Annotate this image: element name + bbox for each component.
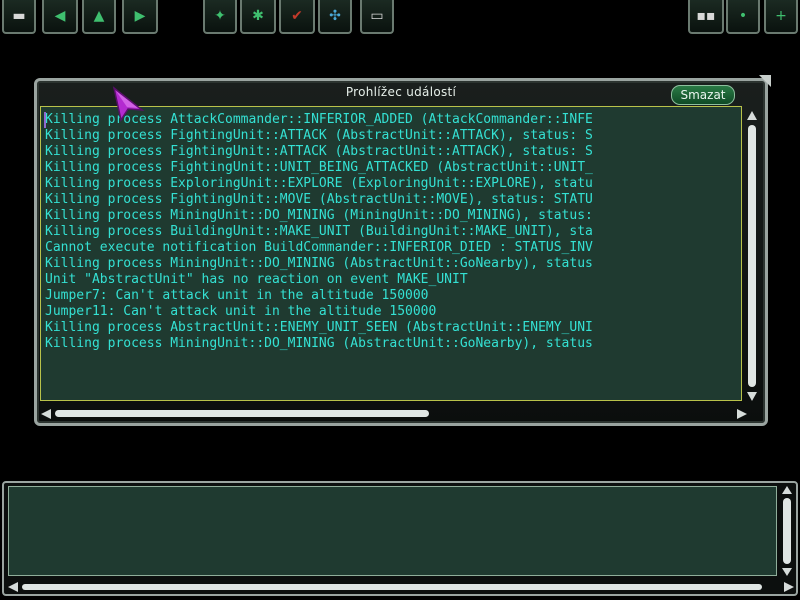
- event-log[interactable]: Killing process AttackCommander::INFERIO…: [40, 106, 742, 401]
- flag-button[interactable]: ✱: [240, 0, 276, 34]
- horizontal-scrollbar[interactable]: [41, 408, 747, 420]
- scroll-right-arrow-icon[interactable]: [784, 582, 794, 592]
- group-icon: ✣: [329, 8, 341, 24]
- scrollbar-thumb[interactable]: [783, 498, 791, 564]
- scrollbar-thumb[interactable]: [55, 410, 429, 417]
- plus-button[interactable]: +: [764, 0, 798, 34]
- log-line: Killing process MiningUnit::DO_MINING (A…: [45, 256, 593, 271]
- log-line: Killing process FightingUnit::ATTACK (Ab…: [45, 144, 593, 159]
- unit-icon: ✦: [214, 8, 226, 24]
- message-vertical-scrollbar[interactable]: [780, 486, 794, 576]
- log-line: Killing process FightingUnit::ATTACK (Ab…: [45, 128, 593, 143]
- event-viewer-window: Prohlížec událostí Smazat Killing proces…: [34, 75, 771, 426]
- menu-button[interactable]: ▬: [2, 0, 36, 34]
- log-lines: Killing process AttackCommander::INFERIO…: [41, 107, 741, 352]
- scrollbar-thumb[interactable]: [22, 584, 762, 590]
- scroll-up-button[interactable]: ▲: [82, 0, 116, 34]
- map-icon: ▪▪: [696, 8, 716, 24]
- scroll-down-arrow-icon[interactable]: [747, 392, 757, 401]
- dot-icon: •: [738, 8, 748, 24]
- dot-button[interactable]: •: [726, 0, 760, 34]
- mouse-cursor-icon: [112, 86, 145, 122]
- scroll-up-arrow-icon[interactable]: [782, 486, 792, 494]
- scroll-right-button[interactable]: ▶: [122, 0, 158, 34]
- top-toolbar: ▬ ◀ ▲ ▶ ✦ ✱ ✔ ✣ ▭ ▪▪ • +: [0, 0, 800, 40]
- menu-icon: ▬: [12, 8, 26, 24]
- scroll-left-arrow-icon[interactable]: [41, 409, 51, 419]
- scroll-right-arrow-icon[interactable]: [737, 409, 747, 419]
- attack-button[interactable]: ✔: [279, 0, 315, 34]
- scroll-down-arrow-icon[interactable]: [782, 568, 792, 576]
- log-line: Killing process AttackCommander::INFERIO…: [45, 112, 593, 127]
- arrow-right-icon: ▶: [134, 8, 146, 24]
- group-button[interactable]: ✣: [318, 0, 352, 34]
- log-line: Killing process MiningUnit::DO_MINING (A…: [45, 336, 593, 351]
- clear-button[interactable]: Smazat: [671, 85, 735, 105]
- unit-button[interactable]: ✦: [203, 0, 237, 34]
- log-line: Killing process BuildingUnit::MAKE_UNIT …: [45, 224, 593, 239]
- flag-icon: ✱: [252, 8, 264, 24]
- attack-icon: ✔: [291, 8, 303, 24]
- log-line: Killing process ExploringUnit::EXPLORE (…: [45, 176, 593, 191]
- window-title: Prohlížec událostí: [345, 85, 457, 99]
- scroll-left-arrow-icon[interactable]: [8, 582, 18, 592]
- log-line: Cannot execute notification BuildCommand…: [45, 240, 593, 255]
- log-line: Killing process FightingUnit::MOVE (Abst…: [45, 192, 593, 207]
- scroll-up-arrow-icon[interactable]: [747, 111, 757, 120]
- message-horizontal-scrollbar[interactable]: [8, 582, 794, 592]
- arrow-left-icon: ◀: [54, 8, 66, 24]
- vertical-scrollbar[interactable]: [745, 111, 759, 401]
- arrow-up-icon: ▲: [93, 8, 105, 24]
- scroll-left-button[interactable]: ◀: [42, 0, 78, 34]
- log-line: Unit "AbstractUnit" has no reaction on e…: [45, 272, 468, 287]
- message-input[interactable]: [8, 486, 777, 576]
- map-button[interactable]: ▪▪: [688, 0, 724, 34]
- chat-button[interactable]: ▭: [360, 0, 394, 34]
- text-caret: [44, 112, 46, 128]
- log-line: Killing process AbstractUnit::ENEMY_UNIT…: [45, 320, 593, 335]
- scrollbar-thumb[interactable]: [748, 125, 756, 387]
- log-line: Jumper11: Can't attack unit in the altit…: [45, 304, 437, 319]
- log-line: Killing process FightingUnit::UNIT_BEING…: [45, 160, 593, 175]
- chat-icon: ▭: [370, 8, 384, 24]
- message-panel: [2, 481, 798, 596]
- log-line: Jumper7: Can't attack unit in the altitu…: [45, 288, 429, 303]
- log-line: Killing process MiningUnit::DO_MINING (M…: [45, 208, 593, 223]
- plus-icon: +: [775, 8, 787, 24]
